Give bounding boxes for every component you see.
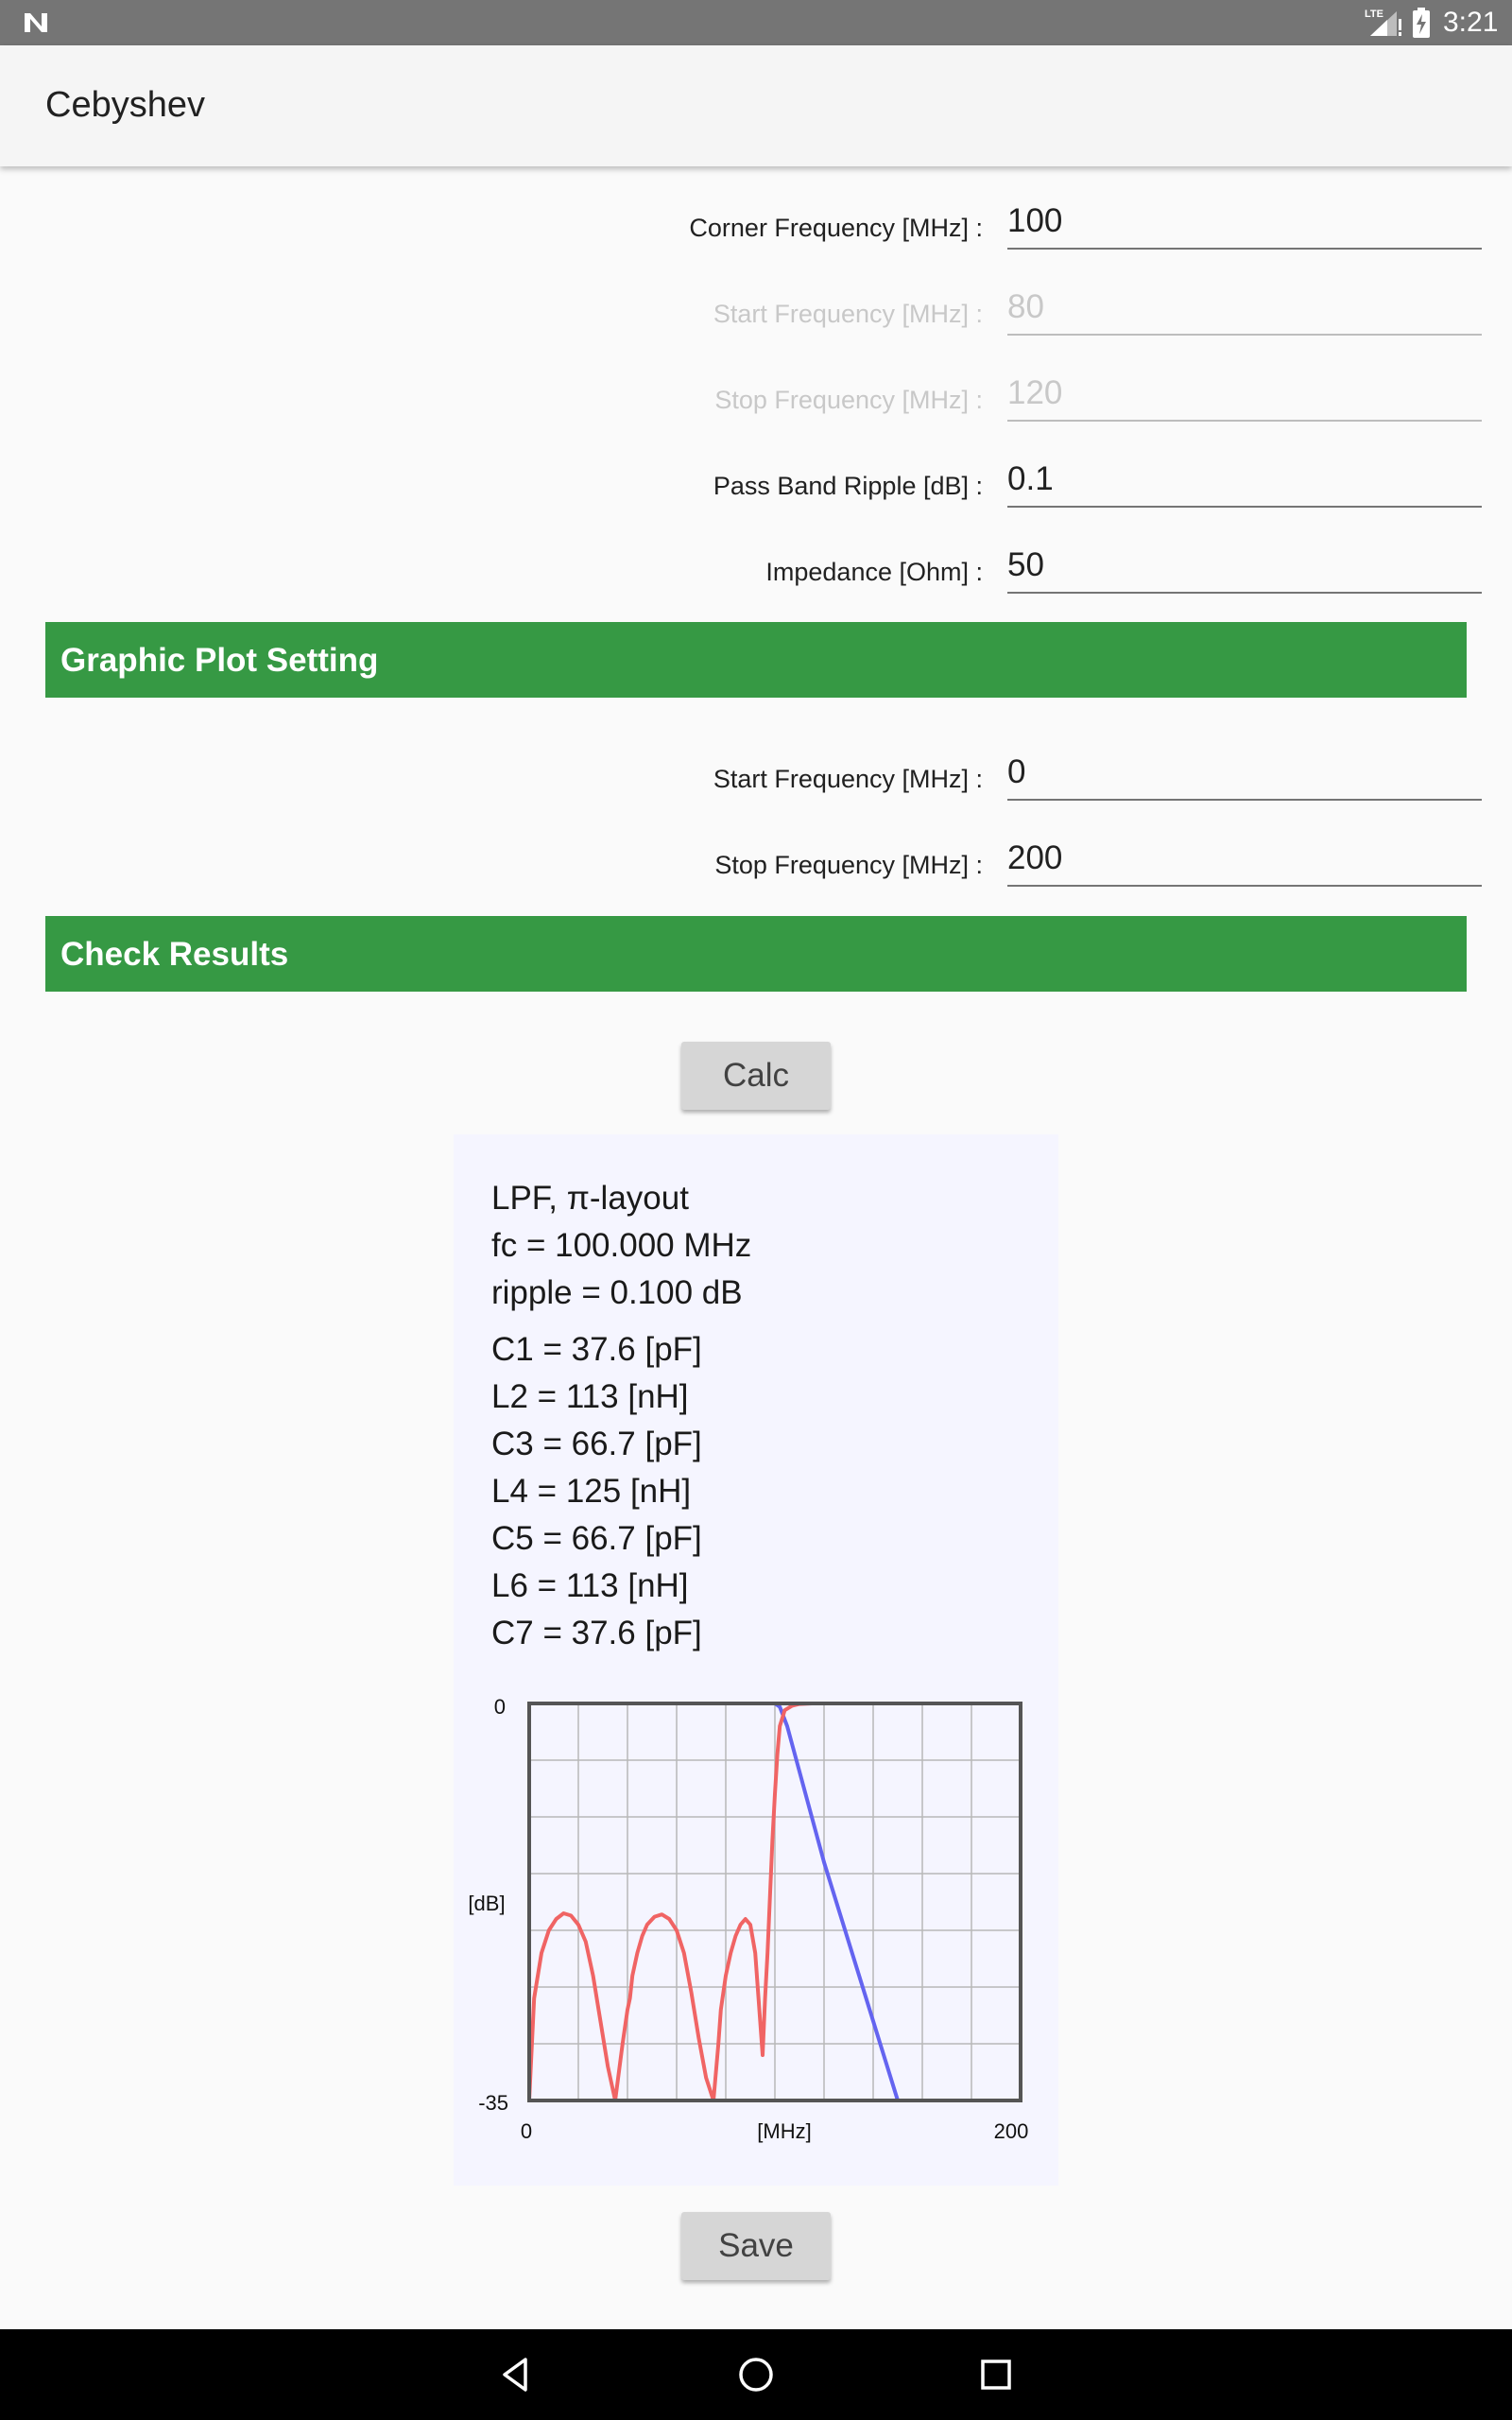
- result-summary-line: fc = 100.000 MHz: [491, 1227, 752, 1264]
- home-icon[interactable]: [733, 2352, 779, 2397]
- pass-band-ripple-label: Pass Band Ripple [dB] :: [713, 472, 983, 500]
- svg-text:LTE: LTE: [1365, 9, 1383, 20]
- lte-signal-icon: LTE: [1365, 9, 1401, 36]
- app-title: Cebyshev: [45, 85, 205, 125]
- corner-frequency-label: Corner Frequency [MHz] :: [689, 214, 983, 242]
- component-value: C3 = 66.7 [pF]: [491, 1426, 702, 1462]
- component-value: L4 = 125 [nH]: [491, 1473, 692, 1510]
- component-value: L2 = 113 [nH]: [491, 1378, 689, 1415]
- calc-button[interactable]: Calc: [681, 1042, 831, 1110]
- section-title: Check Results: [60, 936, 289, 973]
- stop-frequency-input: [1007, 361, 1482, 422]
- component-value: C7 = 37.6 [pF]: [491, 1615, 702, 1651]
- plot-start-frequency-input[interactable]: [1007, 740, 1482, 801]
- corner-frequency-input[interactable]: [1007, 189, 1482, 250]
- plot-stop-frequency-label: Stop Frequency [MHz] :: [714, 851, 983, 879]
- impedance-row: Impedance [Ohm] :: [0, 533, 1512, 618]
- recents-icon[interactable]: [973, 2352, 1019, 2397]
- result-summary-line: LPF, π-layout: [491, 1180, 689, 1217]
- plot-stop-frequency-row: Stop Frequency [MHz] :: [0, 826, 1512, 911]
- save-button[interactable]: Save: [681, 2212, 831, 2280]
- plot-stop-frequency-input[interactable]: [1007, 826, 1482, 887]
- component-value: L6 = 113 [nH]: [491, 1567, 689, 1604]
- stop-frequency-row: Stop Frequency [MHz] :: [0, 361, 1512, 446]
- graphic-plot-setting-header: Graphic Plot Setting: [45, 622, 1467, 698]
- x-axis-label: [MHz]: [757, 2119, 811, 2143]
- corner-frequency-row: Corner Frequency [MHz] :: [0, 189, 1512, 274]
- impedance-label: Impedance [Ohm] :: [765, 558, 983, 586]
- x-tick-label: 200: [994, 2119, 1029, 2143]
- section-title: Graphic Plot Setting: [60, 642, 379, 679]
- start-frequency-row: Start Frequency [MHz] :: [0, 275, 1512, 360]
- navigation-bar: [0, 2329, 1512, 2420]
- clock: 3:21: [1443, 7, 1499, 38]
- status-bar: LTE 3:21: [0, 0, 1512, 45]
- x-tick-label: 0: [521, 2119, 532, 2143]
- pass-band-ripple-row: Pass Band Ripple [dB] :: [0, 447, 1512, 532]
- start-frequency-label: Start Frequency [MHz] :: [713, 300, 983, 328]
- component-value: C1 = 37.6 [pF]: [491, 1331, 702, 1368]
- y-axis-label: [dB]: [468, 1892, 505, 1915]
- battery-charging-icon: [1413, 8, 1430, 38]
- result-summary-line: ripple = 0.100 dB: [491, 1274, 743, 1311]
- y-tick-label: -35: [478, 2091, 508, 2115]
- start-frequency-input: [1007, 275, 1482, 336]
- app-bar: Cebyshev: [0, 45, 1512, 166]
- pass-band-ripple-input[interactable]: [1007, 447, 1482, 508]
- component-value: C5 = 66.7 [pF]: [491, 1520, 702, 1557]
- back-icon[interactable]: [493, 2352, 539, 2397]
- plot-start-frequency-label: Start Frequency [MHz] :: [713, 765, 983, 793]
- notification-n-icon: [25, 13, 47, 32]
- plot-start-frequency-row: Start Frequency [MHz] :: [0, 740, 1512, 825]
- frequency-response-chart: 0 -35 [dB] 0 200 [MHz]: [468, 1695, 1029, 2143]
- y-tick-label: 0: [494, 1695, 506, 1719]
- impedance-input[interactable]: [1007, 533, 1482, 594]
- stop-frequency-label: Stop Frequency [MHz] :: [714, 386, 983, 414]
- check-results-header: Check Results: [45, 916, 1467, 992]
